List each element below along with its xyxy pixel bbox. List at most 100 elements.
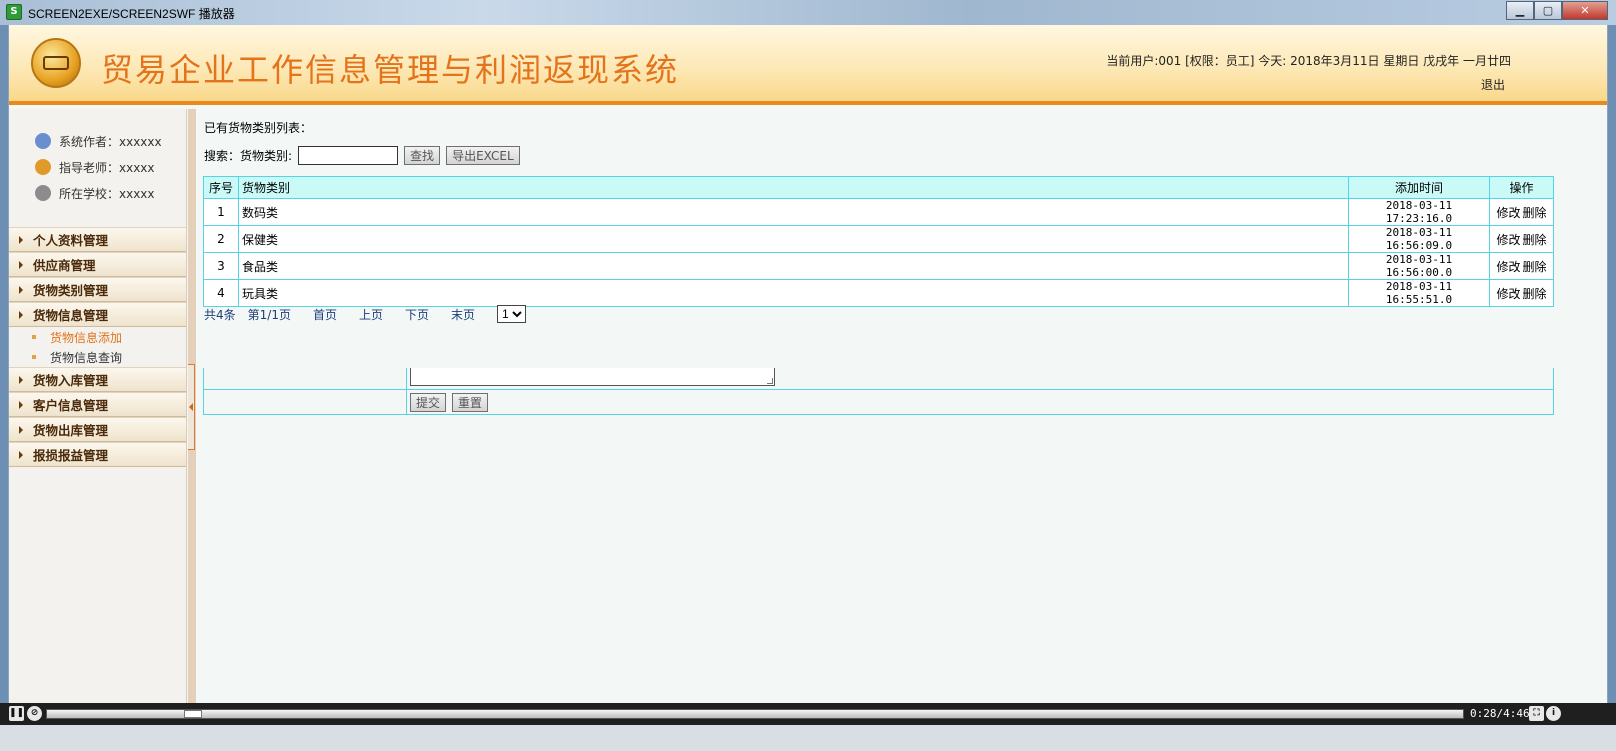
pagination: 共4条 第1/1页 首页 上页 下页 末页 1 <box>204 305 527 323</box>
delete-link[interactable]: 删除 <box>1523 206 1547 220</box>
clock-icon <box>35 185 51 201</box>
delete-link[interactable]: 删除 <box>1523 260 1547 274</box>
menu-label: 货物类别管理 <box>33 283 109 298</box>
main-content: 已有货物类别列表： 搜索：货物类别: 查找 导出EXCEL 序号 货物类别 添加… <box>196 109 1607 703</box>
page-select[interactable]: 1 <box>497 305 527 323</box>
bullet-icon <box>32 355 36 359</box>
col-time: 添加时间 <box>1348 176 1490 199</box>
cell-op: 修改 删除 <box>1489 225 1554 253</box>
user-info: 当前用户:001 [权限：员工] 今天: 2018年3月11日 星期日 戊戌年 … <box>1106 54 1511 68</box>
app-title: 贸易企业工作信息管理与利润返现系统 <box>101 51 680 89</box>
menu-supplier[interactable]: 供应商管理 <box>9 252 186 277</box>
info-author: 系统作者：xxxxxx <box>35 128 186 154</box>
caret-right-icon <box>19 450 23 459</box>
delete-link[interactable]: 删除 <box>1523 233 1547 247</box>
reset-button[interactable]: 重置 <box>452 393 489 412</box>
fullscreen-icon[interactable]: ⛶ <box>1529 706 1544 721</box>
seek-thumb[interactable] <box>184 710 202 718</box>
window-controls: ▁ ▢ ✕ <box>1506 1 1608 21</box>
export-excel-button[interactable]: 导出EXCEL <box>446 145 520 165</box>
info-school: 所在学校：xxxxx <box>35 180 186 206</box>
search-bar: 搜索：货物类别: 查找 导出EXCEL <box>204 145 526 165</box>
seek-bar[interactable] <box>46 709 1464 719</box>
search-label: 搜索：货物类别: <box>204 148 293 163</box>
edit-link[interactable]: 修改 <box>1496 233 1520 247</box>
playback-time: 0:28/4:46 <box>1470 707 1530 720</box>
logo-icon <box>31 38 81 88</box>
menu-goods-category[interactable]: 货物类别管理 <box>9 277 186 302</box>
menu-label: 个人资料管理 <box>33 233 109 248</box>
table-row: 1 数码类 2018-03-11 17:23:16.0 修改 删除 <box>203 198 1554 226</box>
submit-button[interactable]: 提交 <box>410 393 447 412</box>
edit-link[interactable]: 修改 <box>1496 287 1520 301</box>
bullet-icon <box>32 335 36 339</box>
users-icon <box>35 133 51 149</box>
minimize-button[interactable]: ▁ <box>1506 1 1534 20</box>
menu-label: 货物入库管理 <box>33 373 109 388</box>
search-button[interactable]: 查找 <box>404 145 441 165</box>
pause-icon[interactable]: ❚❚ <box>9 706 24 721</box>
window-title: SCREEN2EXE/SCREEN2SWF 播放器 <box>28 7 235 21</box>
sidebar-splitter[interactable] <box>188 109 196 703</box>
desktop-area <box>0 725 1616 751</box>
submenu-label: 货物信息添加 <box>50 330 123 345</box>
category-table: 序号 货物类别 添加时间 操作 1 数码类 2018-03-11 17:23:1… <box>203 176 1554 307</box>
mute-icon[interactable]: ⊘ <box>27 706 42 721</box>
submenu-goods-add[interactable]: 货物信息添加 <box>9 327 186 347</box>
menu-stock-in[interactable]: 货物入库管理 <box>9 367 186 392</box>
menu-customer[interactable]: 客户信息管理 <box>9 392 186 417</box>
cell-no: 1 <box>203 198 239 226</box>
caret-right-icon <box>19 235 23 244</box>
category-search-input[interactable] <box>298 145 399 165</box>
info-teacher-label: 指导老师：xxxxx <box>59 160 155 175</box>
table-row: 2 保健类 2018-03-11 16:56:09.0 修改 删除 <box>203 225 1554 253</box>
app-icon: S <box>6 4 22 20</box>
edit-link[interactable]: 修改 <box>1496 206 1520 220</box>
menu-goods-info[interactable]: 货物信息管理 <box>9 302 186 327</box>
menu-personal[interactable]: 个人资料管理 <box>9 227 186 252</box>
col-op: 操作 <box>1489 176 1554 199</box>
col-category: 货物类别 <box>238 176 1349 199</box>
cell-category: 数码类 <box>238 198 1349 226</box>
caret-right-icon <box>19 310 23 319</box>
collapse-handle[interactable] <box>188 364 195 450</box>
app-frame: 贸易企业工作信息管理与利润返现系统 当前用户:001 [权限：员工] 今天: 2… <box>8 25 1608 703</box>
info-author-label: 系统作者：xxxxxx <box>59 134 162 149</box>
pager-prev-link[interactable]: 上页 <box>359 306 383 323</box>
cell-category: 玩具类 <box>238 279 1349 307</box>
info-teacher: 指导老师：xxxxx <box>35 154 186 180</box>
cell-time: 2018-03-11 16:56:00.0 <box>1348 252 1490 280</box>
player-bar: ❚❚ ⊘ 0:28/4:46 ⛶ i <box>0 703 1616 725</box>
menu-label: 供应商管理 <box>33 258 96 273</box>
pager-total: 共4条 <box>204 307 236 322</box>
table-row: 4 玩具类 2018-03-11 16:55:51.0 修改 删除 <box>203 279 1554 307</box>
cell-time: 2018-03-11 16:55:51.0 <box>1348 279 1490 307</box>
menu-stock-out[interactable]: 货物出库管理 <box>9 417 186 442</box>
info-icon[interactable]: i <box>1546 706 1561 721</box>
col-no: 序号 <box>203 176 239 199</box>
pager-last-link[interactable]: 末页 <box>451 306 475 323</box>
delete-link[interactable]: 删除 <box>1523 287 1547 301</box>
table-row: 3 食品类 2018-03-11 16:56:00.0 修改 删除 <box>203 252 1554 280</box>
cell-category: 食品类 <box>238 252 1349 280</box>
app-header: 贸易企业工作信息管理与利润返现系统 当前用户:001 [权限：员工] 今天: 2… <box>9 25 1607 105</box>
logout-link[interactable]: 退出 <box>1481 76 1505 93</box>
remark-textarea[interactable] <box>410 368 775 386</box>
submenu-goods-query[interactable]: 货物信息查询 <box>9 347 186 367</box>
form-buttons: 提交 重置 <box>410 393 494 412</box>
edit-link[interactable]: 修改 <box>1496 260 1520 274</box>
arrow-left-icon <box>189 403 193 411</box>
cell-time: 2018-03-11 17:23:16.0 <box>1348 198 1490 226</box>
close-button[interactable]: ✕ <box>1562 1 1608 20</box>
resize-handle-icon <box>767 378 773 384</box>
caret-right-icon <box>19 285 23 294</box>
system-info: 系统作者：xxxxxx 指导老师：xxxxx 所在学校：xxxxx <box>9 109 186 227</box>
pager-next-link[interactable]: 下页 <box>405 306 429 323</box>
window-titlebar: S SCREEN2EXE/SCREEN2SWF 播放器 ▁ ▢ ✕ <box>0 0 1616 25</box>
pager-page: 第1/1页 <box>247 307 291 322</box>
maximize-button[interactable]: ▢ <box>1534 1 1562 20</box>
pager-first-link[interactable]: 首页 <box>313 306 337 323</box>
phone-icon <box>35 159 51 175</box>
menu-loss-gain[interactable]: 报损报益管理 <box>9 442 186 467</box>
caret-right-icon <box>19 260 23 269</box>
